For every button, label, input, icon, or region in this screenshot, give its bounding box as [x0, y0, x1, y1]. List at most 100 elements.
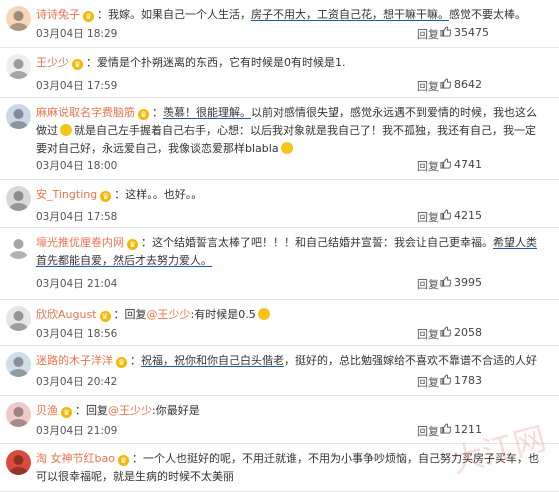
comment-row: 迷路的木子洋洋 ♛ ：祝福，祝你和你自己白头偕老，挺好的，总比勉强嫁给不喜欢不靠谱不… [0, 346, 559, 396]
comment-text: 贝渔 ♛ ：回复@王少少:你最好是 [36, 402, 539, 420]
comment-body: 羡慕！很能理解。 [163, 106, 251, 119]
like-button[interactable]: 1211 [440, 423, 482, 436]
like-button[interactable]: 4741 [440, 158, 482, 171]
thumbs-up-icon [440, 158, 452, 169]
comment-text: 麻麻说取名字费脑筋 ♛ ：羡慕！很能理解。以前对感情很失望，感觉永远遇不到爱情的时候… [36, 104, 539, 158]
like-count: 4741 [454, 158, 482, 171]
comment-body: :有时候是0.5 [190, 308, 256, 321]
timestamp: 03月04日 18:00 [36, 160, 118, 172]
reply-button[interactable]: 回复 [417, 158, 439, 174]
thumbs-up-icon [440, 209, 452, 220]
mention-link[interactable]: @王少少 [108, 404, 152, 417]
username-link[interactable]: 贝渔 [36, 404, 58, 417]
comment-list: 诗诗兔子 ♛ ：我嫁。如果自己一个人生活，房子不用大，工资自己花，想干嘛干嘛。感觉不… [0, 0, 559, 492]
avatar[interactable] [6, 306, 31, 331]
comment-row: 壕光推优厘卷内网 ♛ ：这个结婚誓言太棒了吧！！！和自己结婚并宣誓：我会让自己更幸福… [0, 228, 559, 300]
comment-text: 安_Tingting ♛ ：这样。。也好。。 [36, 186, 539, 204]
vip-badge-icon: ♛ [100, 191, 112, 202]
comment-body: ：回复 [75, 404, 108, 417]
avatar[interactable] [6, 402, 31, 427]
vip-badge-icon: ♛ [138, 109, 149, 120]
comment-body: ：爱情是个扑朔迷离的东西，它有时候是0有时候是1. [86, 56, 346, 69]
comment-body: ： [130, 354, 141, 367]
vip-badge-icon: ♛ [116, 357, 127, 368]
reply-button[interactable]: 回复 [417, 26, 439, 42]
reply-button[interactable]: 回复 [417, 78, 439, 94]
like-count: 4215 [454, 209, 482, 222]
vip-badge-icon: ♛ [72, 59, 83, 70]
vip-badge-icon: ♛ [117, 455, 129, 466]
comment-text: 诗诗兔子 ♛ ：我嫁。如果自己一个人生活，房子不用大，工资自己花，想干嘛干嘛。感觉不… [36, 6, 539, 24]
reply-button[interactable]: 回复 [417, 209, 439, 225]
comment-text: 王少少 ♛ ：爱情是个扑朔迷离的东西，它有时候是0有时候是1. [36, 54, 539, 72]
timestamp: 03月04日 18:56 [36, 328, 118, 340]
thumbs-up-icon [440, 276, 452, 287]
comment-body: ：这个结婚誓言太棒了吧！！！和自己结婚并宣誓：我会让自己更幸福。 [141, 236, 493, 249]
comment-text: 欣欣August ♛ ：回复@王少少:有时候是0.5 [36, 306, 539, 324]
mention-link[interactable]: @王少少 [147, 308, 191, 321]
avatar[interactable] [6, 54, 31, 79]
avatar[interactable] [6, 186, 31, 211]
username-link[interactable]: 欣欣August [36, 308, 97, 321]
reply-button[interactable]: 回复 [417, 276, 439, 292]
like-button[interactable]: 1783 [440, 374, 482, 387]
thumbs-up-icon [440, 374, 452, 385]
username-link[interactable]: 诗诗兔子 [36, 8, 80, 21]
comment-text: 迷路的木子洋洋 ♛ ：祝福，祝你和你自己白头偕老，挺好的，总比勉强嫁给不喜欢不靠谱不… [36, 352, 539, 370]
vip-badge-icon: ♛ [127, 239, 138, 250]
username-link[interactable]: 王少少 [36, 56, 69, 69]
like-count: 2058 [454, 326, 482, 339]
like-button[interactable]: 4215 [440, 209, 482, 222]
comment-body: 房子不用大，工资自己花，想干嘛干嘛。 [251, 8, 449, 21]
vip-badge-icon: ♛ [83, 11, 94, 22]
username-link[interactable]: 麻麻说取名字费脑筋 [36, 106, 135, 119]
avatar[interactable] [6, 352, 31, 377]
avatar[interactable] [6, 6, 31, 31]
comment-row: 麻麻说取名字费脑筋 ♛ ：羡慕！很能理解。以前对感情很失望，感觉永远遇不到爱情的时候… [0, 98, 559, 180]
timestamp: 03月04日 17:59 [36, 80, 118, 92]
comment-body: :你最好是 [152, 404, 200, 417]
username-link[interactable]: 壕光推优厘卷内网 [36, 236, 124, 249]
comment-text: 淘 女神节红bao ♛ ：一个人也挺好的呢，不用迁就谁，不用为小事争吵烦恼，自己努力… [36, 450, 539, 486]
thumbs-up-icon [440, 78, 452, 89]
thumbs-up-icon [440, 26, 452, 37]
username-link[interactable]: 淘 女神节红bao [36, 452, 115, 465]
comment-row: 淘 女神节红bao ♛ ：一个人也挺好的呢，不用迁就谁，不用为小事争吵烦恼，自己努力… [0, 444, 559, 492]
timestamp: 03月04日 21:04 [36, 278, 118, 290]
timestamp: 03月04日 17:58 [36, 211, 118, 223]
vip-badge-icon: ♛ [61, 407, 72, 418]
thumbs-up-icon [440, 423, 452, 434]
like-count: 1211 [454, 423, 482, 436]
thumbs-up-icon [440, 326, 452, 337]
emoji-icon [257, 308, 270, 320]
like-count: 3995 [454, 276, 482, 289]
emoji-icon [60, 124, 72, 136]
comment-row: 王少少 ♛ ：爱情是个扑朔迷离的东西，它有时候是0有时候是1. 03月04日 17:5… [0, 48, 559, 98]
comment-body: ：我嫁。如果自己一个人生活， [97, 8, 251, 21]
reply-button[interactable]: 回复 [417, 423, 439, 439]
vip-badge-icon: ♛ [99, 311, 111, 322]
comment-row: 贝渔 ♛ ：回复@王少少:你最好是 03月04日 21:09 回复 1211 [0, 396, 559, 444]
username-link[interactable]: 迷路的木子洋洋 [36, 354, 113, 367]
like-count: 35475 [454, 26, 489, 39]
comment-row: 欣欣August ♛ ：回复@王少少:有时候是0.5 03月04日 18:56 回复 20… [0, 300, 559, 346]
avatar[interactable] [6, 450, 31, 475]
comment-body: ，挺好的，总比勉强嫁给不喜欢不靠谱不合适的人好 [284, 354, 537, 367]
comment-body: ：回复 [113, 308, 147, 321]
username-link[interactable]: 安_Tingting [36, 188, 97, 201]
reply-button[interactable]: 回复 [417, 374, 439, 390]
timestamp: 03月04日 21:09 [36, 425, 118, 437]
avatar[interactable] [6, 234, 31, 259]
reply-button[interactable]: 回复 [417, 326, 439, 342]
like-count: 1783 [454, 374, 482, 387]
comment-body: 感觉不要太棒。 [449, 8, 526, 21]
like-button[interactable]: 3995 [440, 276, 482, 289]
comment-body: 祝福，祝你和你自己白头偕老 [141, 354, 284, 367]
like-button[interactable]: 35475 [440, 26, 489, 39]
like-button[interactable]: 8642 [440, 78, 482, 91]
avatar[interactable] [6, 104, 31, 129]
comment-body: ： [152, 106, 163, 119]
comment-body: ：这样。。也好。。 [114, 188, 203, 201]
comment-row: 诗诗兔子 ♛ ：我嫁。如果自己一个人生活，房子不用大，工资自己花，想干嘛干嘛。感觉不… [0, 0, 559, 48]
like-button[interactable]: 2058 [440, 326, 482, 339]
